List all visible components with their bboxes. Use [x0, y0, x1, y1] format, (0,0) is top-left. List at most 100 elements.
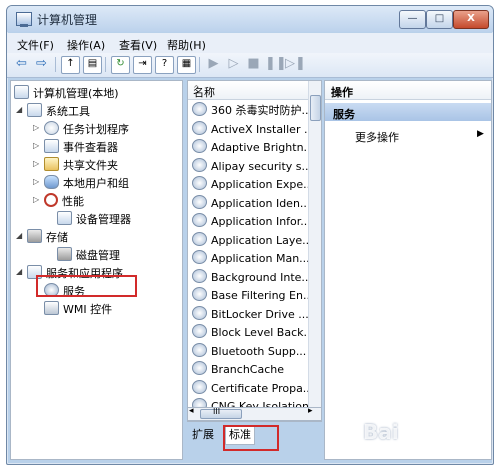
tree-storage[interactable]: 存储: [27, 229, 68, 245]
menu-help[interactable]: 帮助(H): [167, 37, 206, 53]
watermark-logo: Bai: [363, 420, 399, 444]
properties-icon[interactable]: ▦: [177, 56, 196, 74]
help-icon[interactable]: ?: [155, 56, 174, 74]
start-alt-icon[interactable]: ▷: [225, 56, 242, 72]
actions-pane: 操作 服务 更多操作 ▶: [324, 80, 492, 460]
back-arrow-icon[interactable]: ⇦: [13, 56, 30, 72]
device-manager-icon: [57, 211, 72, 225]
list-item[interactable]: Block Level Back...: [192, 324, 314, 342]
tree-device-manager[interactable]: 设备管理器: [57, 211, 131, 227]
computer-icon: [14, 85, 29, 99]
tree-system-tools[interactable]: 系统工具: [27, 103, 90, 119]
stop-service-icon[interactable]: ■: [245, 56, 262, 72]
tree-shared-folders[interactable]: 共享文件夹: [44, 157, 118, 173]
service-icon: [192, 157, 207, 172]
list-item[interactable]: Alipay security s...: [192, 157, 312, 176]
toolbar: ⇦ ⇨ ↑ ▤ ↻ ⇥ ? ▦ ▶ ▷ ■ ❚❚ ▷❚: [7, 53, 493, 78]
export-list-icon[interactable]: ⇥: [133, 56, 152, 74]
service-icon: [192, 379, 207, 394]
tree-disk-management[interactable]: 磁盘管理: [57, 247, 120, 263]
list-item[interactable]: Application Iden...: [192, 194, 310, 213]
list-item[interactable]: Certificate Propa...: [192, 379, 313, 398]
start-service-icon[interactable]: ▶: [205, 56, 222, 72]
navigation-tree: 计算机管理(本地) ◢ 系统工具 ▷ 任务计划程序 ▷ 事件查看器 ▷ 共享文件…: [10, 80, 183, 460]
name-column-header[interactable]: 名称 ^: [188, 81, 308, 100]
list-item[interactable]: BranchCache: [192, 361, 284, 379]
collapse-arrow-icon[interactable]: ◢: [16, 267, 22, 276]
disk-icon: [57, 247, 72, 261]
service-icon: [192, 120, 207, 135]
horizontal-scroll-thumb[interactable]: III: [200, 407, 242, 419]
tab-extended[interactable]: 扩展: [189, 426, 217, 444]
service-icon: [192, 342, 207, 357]
minimize-button[interactable]: —: [399, 10, 426, 29]
services-list: 名称 ^ 360 杀毒实时防护... ActiveX Installer ...…: [187, 80, 322, 422]
list-item[interactable]: Bluetooth Supp...: [192, 342, 306, 361]
vertical-scrollbar[interactable]: [308, 81, 321, 421]
restart-service-icon[interactable]: ▷❚: [285, 56, 306, 72]
list-item[interactable]: ActiveX Installer ...: [192, 120, 314, 139]
list-item[interactable]: Application Infor...: [192, 213, 311, 231]
menu-action[interactable]: 操作(A): [67, 37, 105, 53]
expand-arrow-icon[interactable]: ▷: [33, 159, 39, 168]
show-hide-tree-icon[interactable]: ▤: [83, 56, 102, 74]
storage-icon: [27, 229, 42, 243]
scroll-thumb-grip: III: [213, 407, 221, 416]
more-actions-item[interactable]: 更多操作: [355, 129, 399, 145]
service-icon: [192, 361, 207, 375]
title-bar[interactable]: 计算机管理 — □ X: [7, 6, 493, 32]
submenu-arrow-icon[interactable]: ▶: [477, 129, 484, 139]
list-item[interactable]: Adaptive Brightn...: [192, 139, 314, 157]
menu-view[interactable]: 查看(V): [119, 37, 157, 53]
computer-management-icon: [16, 12, 32, 27]
pause-service-icon[interactable]: ❚❚: [265, 56, 287, 72]
horizontal-scrollbar[interactable]: ◂ III ▸: [187, 406, 322, 421]
expand-arrow-icon[interactable]: ▷: [33, 195, 39, 204]
expand-arrow-icon[interactable]: ▷: [33, 141, 39, 150]
scroll-left-icon[interactable]: ◂: [189, 406, 194, 416]
service-icon: [192, 102, 207, 116]
window-title: 计算机管理: [37, 13, 98, 27]
list-item[interactable]: Base Filtering En...: [192, 287, 313, 305]
tools-icon: [27, 103, 42, 117]
tree-event-viewer[interactable]: 事件查看器: [44, 139, 118, 155]
expand-arrow-icon[interactable]: ▷: [33, 123, 39, 132]
tree-performance[interactable]: 性能: [44, 193, 84, 209]
service-icon: [192, 324, 207, 338]
clock-icon: [44, 121, 59, 135]
service-icon: [192, 287, 207, 301]
forward-arrow-icon[interactable]: ⇨: [33, 56, 50, 72]
menu-bar: 文件(F) 操作(A) 查看(V) 帮助(H): [7, 33, 493, 53]
close-button[interactable]: X: [453, 10, 489, 29]
up-folder-icon[interactable]: ↑: [61, 56, 80, 74]
tree-task-scheduler[interactable]: 任务计划程序: [44, 121, 129, 137]
refresh-icon[interactable]: ↻: [111, 56, 130, 74]
vertical-scroll-thumb[interactable]: [310, 95, 321, 121]
performance-icon: [44, 193, 58, 207]
event-log-icon: [44, 139, 59, 153]
toolbar-separator: [55, 57, 56, 72]
tree-local-users[interactable]: 本地用户和组: [44, 175, 129, 191]
menu-file[interactable]: 文件(F): [17, 37, 54, 53]
scroll-right-icon[interactable]: ▸: [308, 406, 313, 416]
collapse-arrow-icon[interactable]: ◢: [16, 105, 22, 114]
service-icon: [192, 268, 207, 283]
service-icon: [192, 305, 207, 320]
maximize-button[interactable]: □: [426, 10, 453, 29]
list-item[interactable]: Application Laye...: [192, 231, 313, 250]
list-item[interactable]: Background Inte...: [192, 268, 312, 287]
list-item[interactable]: Application Man...: [192, 250, 310, 268]
actions-section-services[interactable]: 服务: [325, 103, 491, 121]
wmi-icon: [44, 301, 59, 315]
collapse-arrow-icon[interactable]: ◢: [16, 231, 22, 240]
toolbar-separator: [199, 57, 200, 72]
list-item[interactable]: 360 杀毒实时防护...: [192, 102, 312, 120]
list-item[interactable]: BitLocker Drive ...: [192, 305, 309, 324]
list-item[interactable]: Application Expe...: [192, 176, 314, 194]
expand-arrow-icon[interactable]: ▷: [33, 177, 39, 186]
shared-folder-icon: [44, 157, 59, 171]
tree-wmi[interactable]: WMI 控件: [44, 301, 112, 317]
tree-root[interactable]: 计算机管理(本地): [14, 85, 119, 101]
computer-management-window: 计算机管理 — □ X 文件(F) 操作(A) 查看(V) 帮助(H) ⇦ ⇨ …: [6, 5, 494, 465]
users-icon: [44, 175, 59, 189]
